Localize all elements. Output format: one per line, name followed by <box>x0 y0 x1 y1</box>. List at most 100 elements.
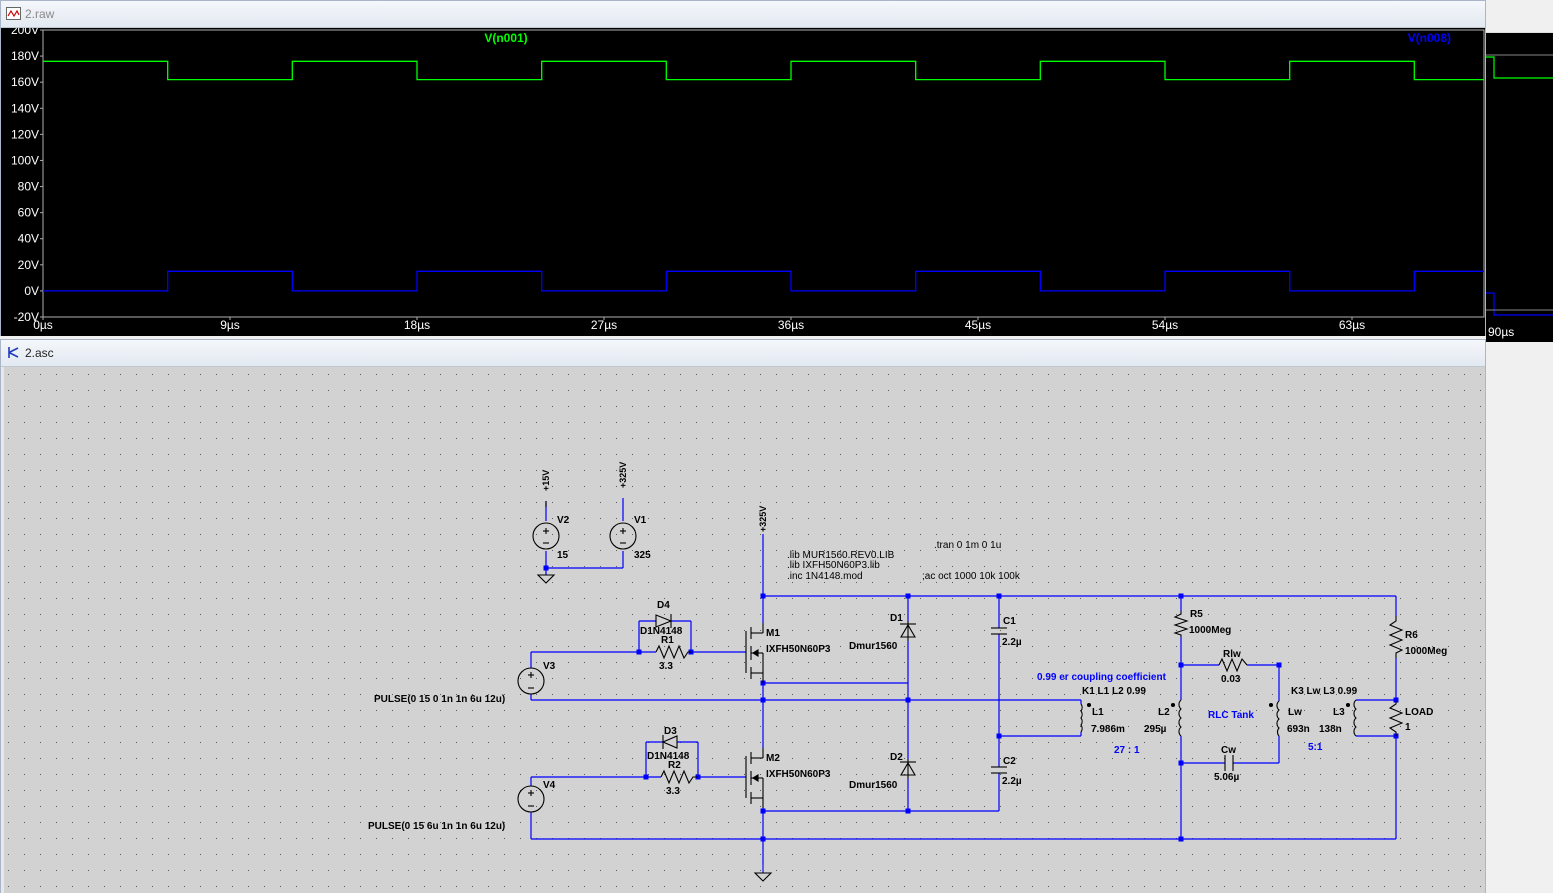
schematic-window-title: 2.asc <box>25 346 54 360</box>
cw-name: Cw <box>1221 745 1236 756</box>
schematic-window-icon <box>8 347 19 358</box>
y-tick-label: 40V <box>18 232 39 246</box>
v1-name: V1 <box>634 515 647 526</box>
v2-name: V2 <box>557 515 570 526</box>
ratio-5-1: 5:1 <box>1308 742 1323 753</box>
v2-value: 15 <box>557 550 569 561</box>
junction-dot <box>1178 760 1184 766</box>
junction-dot <box>543 565 549 571</box>
c1-name: C1 <box>1003 616 1016 627</box>
y-tick-label: 0V <box>24 284 39 298</box>
l2-value: 295µ <box>1144 724 1167 735</box>
y-tick-label: 20V <box>18 258 39 272</box>
d1-name: D1 <box>890 613 903 624</box>
v3-value: PULSE(0 15 0 1n 1n 6u 12u) <box>374 694 505 705</box>
m2-name: M2 <box>766 753 780 764</box>
trace-label-v-n001[interactable]: V(n001) <box>484 31 527 45</box>
waveform-titlebar[interactable]: 2.raw <box>1 1 1485 28</box>
d4-name: D4 <box>657 600 670 611</box>
c2-name: C2 <box>1003 756 1016 767</box>
load-value: 1 <box>1405 722 1411 733</box>
y-tick-label: 200V <box>11 28 39 37</box>
junction-dot <box>1276 662 1282 668</box>
waveform-window-icon <box>6 7 21 20</box>
l3-value: 138n <box>1319 724 1342 735</box>
waveform-window[interactable]: 2.raw 200V 180V 160V 140V 120V 100V 80V 60V 40V 2… <box>0 0 1486 336</box>
junction-dot <box>1178 593 1184 599</box>
junction-dot <box>1178 836 1184 842</box>
x-tick-label: 27µs <box>591 318 617 332</box>
r1-name: R1 <box>661 635 674 646</box>
v4-name: V4 <box>543 780 556 791</box>
junction-dot <box>636 649 642 655</box>
m-flag: +325V <box>758 506 768 532</box>
v1-value: 325 <box>634 550 651 561</box>
m1-name: M1 <box>766 628 780 639</box>
x-tick-label: 63µs <box>1339 318 1365 332</box>
junction-dot <box>1178 662 1184 668</box>
d3-name: D3 <box>664 726 677 737</box>
x-tick-label: 0µs <box>33 318 53 332</box>
rlw-value: 0.03 <box>1221 674 1241 685</box>
x-tick-label: 54µs <box>1152 318 1178 332</box>
lw-value: 693n <box>1287 724 1310 735</box>
junction-dot <box>996 733 1002 739</box>
junction-dot <box>905 808 911 814</box>
tran-directive: .tran 0 1m 0 1u <box>934 540 1001 551</box>
x-tick-label: 9µs <box>220 318 240 332</box>
cw-value: 5.06µ <box>1214 772 1239 783</box>
junction-dot <box>760 593 766 599</box>
r2-value: 3.3 <box>666 786 680 797</box>
junction-dot <box>760 836 766 842</box>
junction-dot <box>643 774 649 780</box>
waveform-plot[interactable]: 200V180V160V140V120V100V80V60V40V20V0V-2… <box>1 28 1485 336</box>
k3-directive: K3 Lw L3 0.99 <box>1291 686 1358 697</box>
k1-directive: K1 L1 L2 0.99 <box>1082 686 1146 697</box>
r5-name: R5 <box>1190 609 1203 620</box>
m2-model: IXFH50N60P3 <box>766 769 831 780</box>
rlw-name: Rlw <box>1223 649 1241 660</box>
v2-flag: +15V <box>541 470 551 491</box>
waveform-window-title: 2.raw <box>25 7 55 21</box>
x-tick-label: 36µs <box>778 318 804 332</box>
load-name: LOAD <box>1405 707 1433 718</box>
background-window-strip: 90µs <box>1486 0 1553 893</box>
schematic-titlebar[interactable]: 2.asc <box>1 340 1485 367</box>
lib-directive-2: .lib IXFH50N60P3.lib <box>787 560 880 571</box>
lw-name: Lw <box>1288 707 1302 718</box>
r2-name: R2 <box>668 760 681 771</box>
inc-directive: .inc 1N4148.mod <box>787 571 863 582</box>
l1-value: 7.986m <box>1091 724 1125 735</box>
y-tick-label: 100V <box>11 153 39 167</box>
y-tick-label: 120V <box>11 127 39 141</box>
r1-value: 3.3 <box>659 661 673 672</box>
junction-dot <box>905 593 911 599</box>
x-tick-peek: 90µs <box>1488 325 1514 339</box>
background-plot-fragment: 90µs <box>1486 0 1553 376</box>
r6-name: R6 <box>1405 630 1418 641</box>
v1-flag: +325V <box>618 462 628 488</box>
ratio-27-1: 27 : 1 <box>1114 745 1140 756</box>
v3-name: V3 <box>543 661 556 672</box>
trace-label-v-n008[interactable]: V(n008) <box>1408 31 1451 45</box>
l2-name: L2 <box>1158 707 1170 718</box>
c1-value: 2.2µ <box>1002 637 1022 648</box>
rlc-tank-label: RLC Tank <box>1208 710 1254 721</box>
r5-value: 1000Meg <box>1189 625 1231 636</box>
l3-name: L3 <box>1333 707 1345 718</box>
ac-comment: ;ac oct 1000 10k 100k <box>922 571 1021 582</box>
schematic-window[interactable]: 2.asc +15V +325V +325V V2 15 V1 325 D4 D… <box>0 339 1486 893</box>
junction-dot <box>996 593 1002 599</box>
c2-value: 2.2µ <box>1002 776 1022 787</box>
x-tick-label: 18µs <box>404 318 430 332</box>
y-tick-label: 80V <box>18 180 39 194</box>
d2-model: Dmur1560 <box>849 780 898 791</box>
junction-dot <box>760 697 766 703</box>
schematic-canvas[interactable]: +15V +325V +325V V2 15 V1 325 D4 D1N4148… <box>1 367 1485 893</box>
d1-model: Dmur1560 <box>849 641 898 652</box>
y-tick-label: 180V <box>11 49 39 63</box>
v4-value: PULSE(0 15 6u 1n 1n 6u 12u) <box>368 821 505 832</box>
y-tick-label: 140V <box>11 101 39 115</box>
junction-dot <box>905 697 911 703</box>
r6-value: 1000Meg <box>1405 646 1447 657</box>
